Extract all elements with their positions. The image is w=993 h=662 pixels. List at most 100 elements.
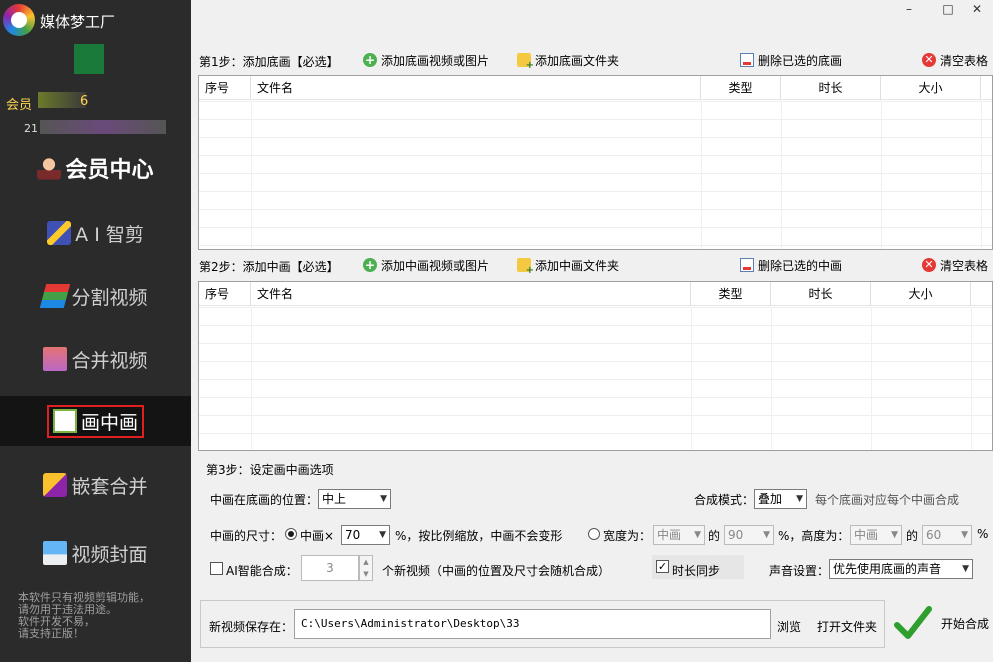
close-button[interactable]: ✕ <box>962 2 992 16</box>
sidebar-item-video-cover[interactable]: 视频封面 <box>0 528 191 578</box>
avatar[interactable] <box>74 44 104 74</box>
width-label: 宽度为： <box>603 529 652 543</box>
user-id-redacted <box>40 120 166 134</box>
sidebar-item-label: A I 智剪 <box>75 223 144 246</box>
col-divider <box>251 307 252 450</box>
col-filename[interactable]: 文件名 <box>251 282 691 306</box>
col-divider <box>771 307 772 450</box>
add-base-media-button[interactable]: + 添加底画视频或图片 <box>363 49 489 71</box>
table-header: 序号 文件名 类型 时长 大小 <box>199 76 992 100</box>
merge-icon <box>43 347 68 371</box>
col-type[interactable]: 类型 <box>691 282 771 306</box>
delete-selected-base-button[interactable]: 删除已选的底画 <box>740 49 842 71</box>
delete-selected-overlay-button[interactable]: 删除已选的中画 <box>740 254 842 276</box>
position-select[interactable]: 中上 <box>318 489 391 509</box>
button-label: 添加底画视频或图片 <box>381 53 490 68</box>
open-folder-button[interactable]: 打开文件夹 <box>817 618 877 635</box>
cover-icon <box>43 541 68 565</box>
select-value: 90 <box>728 528 744 542</box>
sidebar: 媒体梦工厂 会员 6 21 会员中心 A I 智剪 分割视频 合并视频 画中画 … <box>0 0 191 662</box>
clear-overlay-table-button[interactable]: ✕ 清空表格 <box>922 254 988 276</box>
button-label: 添加底画文件夹 <box>535 53 620 68</box>
base-file-table[interactable]: 序号 文件名 类型 时长 大小 <box>198 75 993 250</box>
sidebar-item-picture-in-picture[interactable]: 画中画 <box>0 396 191 446</box>
add-overlay-folder-button[interactable]: 添加中画文件夹 <box>517 254 619 276</box>
save-path-input[interactable]: C:\Users\Administrator\Desktop\33 <box>294 609 771 639</box>
sidebar-item-vip-center[interactable]: 会员中心 <box>0 143 191 193</box>
col-index[interactable]: 序号 <box>199 282 251 306</box>
step1-toolbar: 第1步：添加底画【必选】 + 添加底画视频或图片 添加底画文件夹 删除已选的底画… <box>197 49 993 71</box>
folder-add-icon <box>517 258 534 276</box>
width-ref-select[interactable]: 中画 <box>653 525 705 545</box>
col-duration[interactable]: 时长 <box>781 76 881 100</box>
sidebar-item-split-video[interactable]: 分割视频 <box>0 271 191 321</box>
clear-x-icon: ✕ <box>922 53 936 67</box>
blend-mode-select[interactable]: 叠加 <box>754 489 807 509</box>
step2-toolbar: 第2步：添加中画【必选】 + 添加中画视频或图片 添加中画文件夹 删除已选的中画… <box>197 254 993 276</box>
sidebar-item-label: 合并视频 <box>71 349 148 372</box>
vip-icon <box>37 156 62 180</box>
minimize-button[interactable]: – <box>894 2 924 16</box>
height-label: %，高度为： <box>778 529 850 543</box>
active-highlight: 画中画 <box>46 404 144 438</box>
table-body <box>199 101 992 249</box>
step2-label: 第2步：添加中画【必选】 <box>199 260 339 274</box>
start-compose-button[interactable]: 开始合成 <box>887 596 993 650</box>
scale-radio[interactable] <box>285 528 297 540</box>
folder-add-icon <box>517 53 534 71</box>
col-divider <box>251 101 252 249</box>
ai-count-stepper[interactable]: ▲ ▼ <box>359 555 373 581</box>
scale-select[interactable]: 70 <box>341 525 390 545</box>
col-size[interactable]: 大小 <box>881 76 981 100</box>
table-body <box>199 307 992 450</box>
col-type[interactable]: 类型 <box>701 76 781 100</box>
select-value: 叠加 <box>758 492 783 506</box>
height-ref-select[interactable]: 中画 <box>850 525 902 545</box>
col-divider <box>781 101 782 249</box>
sync-duration-checkbox[interactable]: ✓ <box>656 560 669 573</box>
col-filename[interactable]: 文件名 <box>251 76 701 100</box>
clear-x-icon: ✕ <box>922 258 936 272</box>
sidebar-item-nested-merge[interactable]: 嵌套合并 <box>0 460 191 510</box>
select-value: 中上 <box>322 492 347 506</box>
percent-label: % <box>977 527 989 541</box>
blend-mode-hint: 每个底画对应每个中画合成 <box>815 493 960 507</box>
of-label: 的 <box>906 529 919 543</box>
button-label: 清空表格 <box>940 258 989 273</box>
step1-label: 第1步：添加底画【必选】 <box>199 55 339 69</box>
ai-compose-label: AI智能合成： <box>226 564 298 578</box>
width-percent-select[interactable]: 90 <box>724 525 774 545</box>
audio-select[interactable]: 优先使用底画的声音 <box>829 559 973 579</box>
select-value: 60 <box>926 528 942 542</box>
nest-icon <box>43 473 68 497</box>
custom-size-radio[interactable] <box>588 528 600 540</box>
delete-window-icon <box>740 258 754 272</box>
browse-button[interactable]: 浏览 <box>777 618 801 635</box>
height-percent-select[interactable]: 60 <box>922 525 972 545</box>
user-id-prefix: 21 <box>24 122 38 135</box>
table-header: 序号 文件名 类型 时长 大小 <box>199 282 992 306</box>
col-divider <box>691 307 692 450</box>
split-icon <box>40 284 71 308</box>
sidebar-item-label: 嵌套合并 <box>71 475 148 498</box>
sync-duration-label: 时长同步 <box>672 564 721 578</box>
start-compose-label: 开始合成 <box>941 616 990 631</box>
maximize-button[interactable]: □ <box>933 2 963 16</box>
col-index[interactable]: 序号 <box>199 76 251 100</box>
overlay-file-table[interactable]: 序号 文件名 类型 时长 大小 <box>198 281 993 451</box>
add-base-folder-button[interactable]: 添加底画文件夹 <box>517 49 619 71</box>
col-duration[interactable]: 时长 <box>771 282 871 306</box>
select-value: 中画 <box>657 528 682 542</box>
col-size[interactable]: 大小 <box>871 282 971 306</box>
save-path-label: 新视频保存在： <box>209 620 294 634</box>
sidebar-item-ai-edit[interactable]: A I 智剪 <box>0 208 191 258</box>
clear-base-table-button[interactable]: ✕ 清空表格 <box>922 49 988 71</box>
select-value: 优先使用底画的声音 <box>833 562 942 576</box>
position-label: 中画在底画的位置： <box>210 493 319 507</box>
ai-count-input[interactable]: 3 <box>301 555 359 581</box>
sidebar-item-merge-video[interactable]: 合并视频 <box>0 334 191 384</box>
member-label: 会员 <box>6 98 33 113</box>
ai-compose-checkbox[interactable] <box>210 562 223 575</box>
add-circle-icon: + <box>363 258 377 272</box>
add-overlay-media-button[interactable]: + 添加中画视频或图片 <box>363 254 489 276</box>
